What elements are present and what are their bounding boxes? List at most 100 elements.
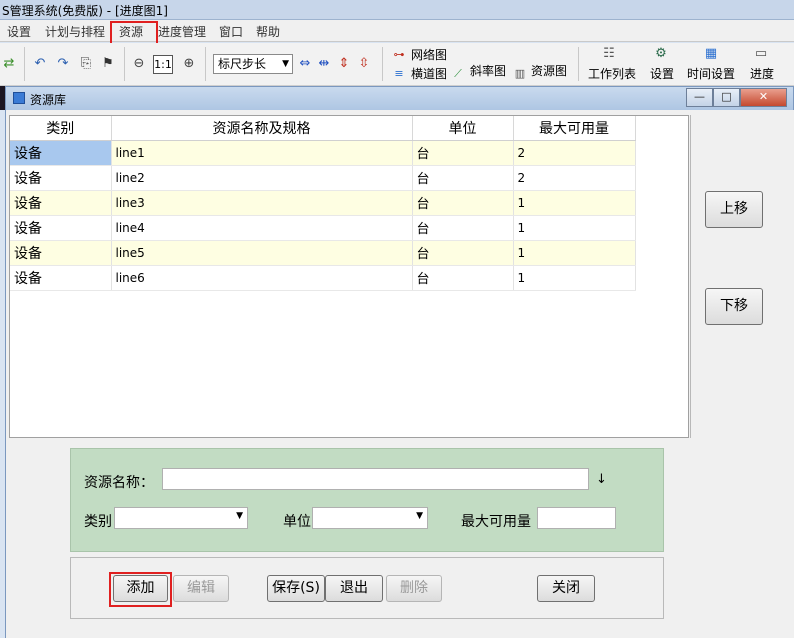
ruler-step-value: 标尺步长 bbox=[218, 57, 267, 71]
vertical-collapse-icon[interactable]: ⇳ bbox=[355, 55, 373, 73]
find-icon[interactable]: ⚑ bbox=[99, 55, 117, 73]
menu-plan[interactable]: 计划与排程 bbox=[45, 23, 105, 40]
settings-button[interactable]: 设置 bbox=[650, 65, 674, 82]
move-down-button[interactable]: 下移 bbox=[705, 288, 763, 325]
close-window-button[interactable]: ✕ bbox=[740, 88, 787, 107]
window-app-icon bbox=[13, 92, 25, 104]
resource-grid[interactable]: 类别 资源名称及规格 单位 最大可用量 设备 line1 台 2 设备 line… bbox=[9, 115, 689, 438]
maximize-button[interactable]: □ bbox=[713, 88, 740, 107]
menu-window[interactable]: 窗口 bbox=[219, 23, 243, 40]
time-settings-button[interactable]: 时间设置 bbox=[687, 65, 735, 82]
table-row[interactable]: 设备 line2 台 2 bbox=[10, 165, 636, 191]
cell-category[interactable]: 设备 bbox=[10, 190, 112, 216]
copy-icon[interactable]: ⎘ bbox=[77, 55, 95, 73]
cell-unit[interactable]: 台 bbox=[412, 265, 514, 291]
slope-chart-button[interactable]: 斜率图 bbox=[470, 62, 506, 79]
zoom-in-icon[interactable]: ⊕ bbox=[180, 55, 198, 73]
side-panel bbox=[690, 115, 794, 438]
cell-category[interactable]: 设备 bbox=[10, 265, 112, 291]
menu-settings[interactable]: 设置 bbox=[7, 23, 31, 40]
cell-max[interactable]: 1 bbox=[513, 240, 636, 266]
save-button[interactable]: 保存(S) bbox=[267, 575, 325, 602]
app-title: S管理系统(免费版) - [进度图1] bbox=[2, 4, 168, 18]
insert-cursor-icon: ↓ bbox=[596, 472, 607, 487]
resource-name-label: 资源名称： bbox=[84, 475, 154, 491]
network-chart-button[interactable]: 网络图 bbox=[411, 46, 447, 63]
cell-name[interactable]: line4 bbox=[111, 215, 413, 241]
progress-button[interactable]: 进度 bbox=[750, 65, 774, 82]
refresh-icon[interactable]: ⇄ bbox=[0, 55, 18, 73]
max-available-label: 最大可用量 bbox=[461, 514, 531, 530]
resource-window-title: 资源库 bbox=[30, 93, 67, 107]
cell-unit[interactable]: 台 bbox=[412, 215, 514, 241]
chevron-down-icon: ▼ bbox=[416, 511, 423, 521]
collapse-icon[interactable]: ⇔ bbox=[296, 55, 314, 73]
bar-chart-button[interactable]: 横道图 bbox=[411, 65, 447, 82]
menu-progress[interactable]: 进度管理 bbox=[158, 23, 206, 40]
exit-button[interactable]: 退出 bbox=[325, 575, 383, 602]
cell-max[interactable]: 2 bbox=[513, 165, 636, 191]
col-header-unit[interactable]: 单位 bbox=[412, 116, 514, 141]
unit-label: 单位 bbox=[283, 514, 311, 530]
minimize-button[interactable]: — bbox=[686, 88, 713, 107]
delete-button[interactable]: 删除 bbox=[386, 575, 442, 602]
cell-unit[interactable]: 台 bbox=[412, 140, 514, 166]
redo-icon[interactable]: ↷ bbox=[54, 55, 72, 73]
progress-icon[interactable]: ▭ bbox=[752, 45, 770, 63]
category-label: 类别 bbox=[84, 514, 112, 530]
cell-max[interactable]: 1 bbox=[513, 190, 636, 216]
resource-table: 类别 资源名称及规格 单位 最大可用量 设备 line1 台 2 设备 line… bbox=[10, 116, 636, 291]
category-select[interactable]: ▼ bbox=[114, 507, 248, 529]
zoom-out-icon[interactable]: ⊖ bbox=[130, 55, 148, 73]
col-header-name[interactable]: 资源名称及规格 bbox=[111, 116, 413, 141]
undo-icon[interactable]: ↶ bbox=[31, 55, 49, 73]
resource-window-titlebar: 资源库 — □ ✕ bbox=[5, 86, 794, 110]
time-settings-icon[interactable]: ▦ bbox=[702, 45, 720, 63]
table-row[interactable]: 设备 line1 台 2 bbox=[10, 140, 636, 166]
resource-chart-icon[interactable]: ▥ bbox=[511, 65, 529, 83]
table-row[interactable]: 设备 line4 台 1 bbox=[10, 215, 636, 241]
cell-max[interactable]: 1 bbox=[513, 215, 636, 241]
max-available-input[interactable] bbox=[537, 507, 616, 529]
cell-name[interactable]: line1 bbox=[111, 140, 413, 166]
cell-unit[interactable]: 台 bbox=[412, 240, 514, 266]
zoom-ratio-button[interactable]: 1:1 bbox=[153, 55, 173, 74]
settings-icon[interactable]: ⚙ bbox=[652, 45, 670, 63]
toolbar: ⇄ ↶ ↷ ⎘ ⚑ ⊖ ⊕ ⇔ ⇹ ⇕ ⇳ ⊶ ≡ ⟋ ▥ ☷ ⚙ ▦ ▭ bbox=[0, 43, 794, 86]
cell-name[interactable]: line2 bbox=[111, 165, 413, 191]
col-header-category[interactable]: 类别 bbox=[10, 116, 112, 141]
app-titlebar: S管理系统(免费版) - [进度图1] bbox=[0, 0, 794, 20]
unit-select[interactable]: ▼ bbox=[312, 507, 428, 529]
slope-chart-icon[interactable]: ⟋ bbox=[449, 65, 467, 83]
chevron-down-icon: ▼ bbox=[282, 59, 289, 69]
cell-max[interactable]: 1 bbox=[513, 265, 636, 291]
add-button-highlight bbox=[109, 572, 172, 607]
resource-name-input[interactable] bbox=[162, 468, 589, 490]
cell-name[interactable]: line3 bbox=[111, 190, 413, 216]
cell-name[interactable]: line6 bbox=[111, 265, 413, 291]
bar-chart-icon[interactable]: ≡ bbox=[390, 65, 408, 83]
network-chart-icon[interactable]: ⊶ bbox=[390, 46, 408, 64]
cell-category[interactable]: 设备 bbox=[10, 215, 112, 241]
table-row[interactable]: 设备 line3 台 1 bbox=[10, 190, 636, 216]
worklist-button[interactable]: 工作列表 bbox=[588, 65, 636, 82]
cell-max[interactable]: 2 bbox=[513, 140, 636, 166]
vertical-expand-icon[interactable]: ⇕ bbox=[335, 55, 353, 73]
move-up-button[interactable]: 上移 bbox=[705, 191, 763, 228]
cell-unit[interactable]: 台 bbox=[412, 165, 514, 191]
expand-icon[interactable]: ⇹ bbox=[315, 55, 333, 73]
table-row[interactable]: 设备 line6 台 1 bbox=[10, 265, 636, 291]
cell-name[interactable]: line5 bbox=[111, 240, 413, 266]
col-header-max[interactable]: 最大可用量 bbox=[513, 116, 636, 141]
cell-category[interactable]: 设备 bbox=[10, 140, 112, 166]
menu-help[interactable]: 帮助 bbox=[256, 23, 280, 40]
resource-chart-button[interactable]: 资源图 bbox=[531, 62, 567, 79]
cell-unit[interactable]: 台 bbox=[412, 190, 514, 216]
cell-category[interactable]: 设备 bbox=[10, 165, 112, 191]
cell-category[interactable]: 设备 bbox=[10, 240, 112, 266]
table-row[interactable]: 设备 line5 台 1 bbox=[10, 240, 636, 266]
close-button[interactable]: 关闭 bbox=[537, 575, 595, 602]
edit-button[interactable]: 编辑 bbox=[173, 575, 229, 602]
ruler-step-select[interactable]: 标尺步长 ▼ bbox=[213, 54, 293, 74]
worklist-icon[interactable]: ☷ bbox=[600, 45, 618, 63]
